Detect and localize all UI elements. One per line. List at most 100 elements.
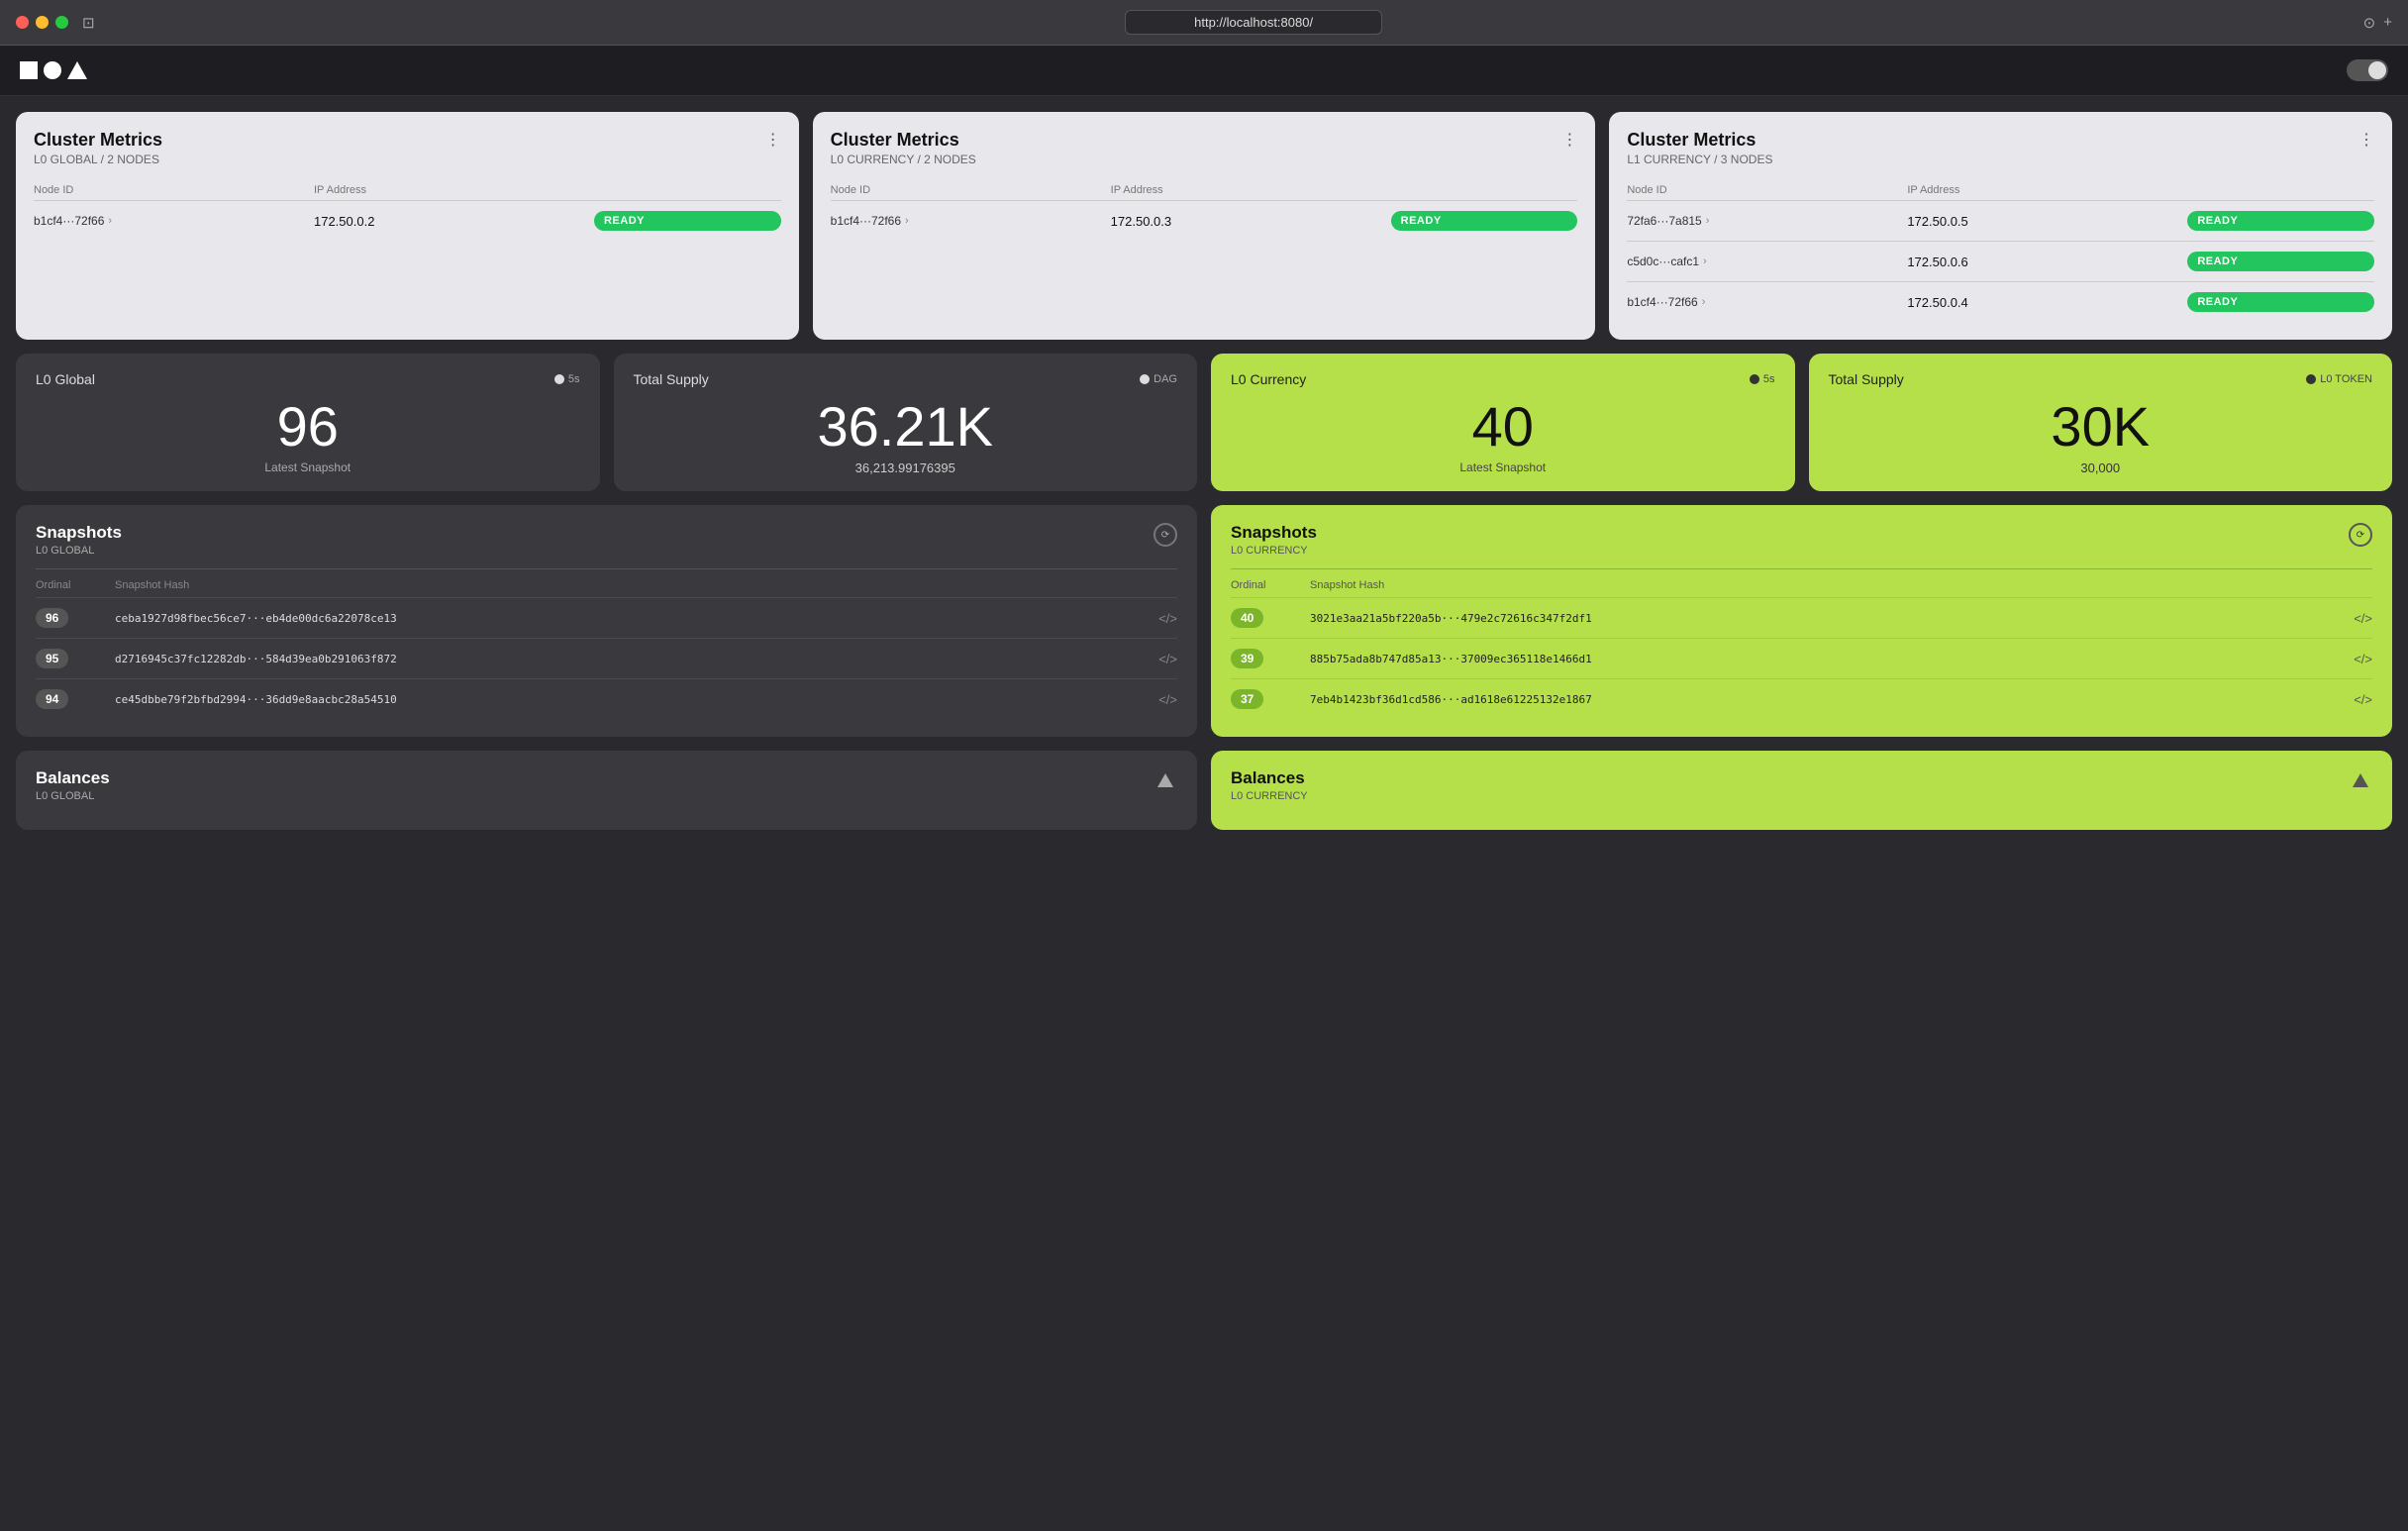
triangle-icon — [1157, 773, 1173, 787]
refresh-button[interactable] — [141, 21, 145, 25]
code-icon[interactable]: </> — [1148, 652, 1177, 666]
new-tab-icon[interactable]: + — [2383, 14, 2392, 32]
metric-value: 30K — [1829, 399, 2373, 455]
metric-badge: DAG — [1140, 373, 1177, 385]
col-ip-address: IP Address — [1111, 184, 1391, 196]
snapshot-hash: 3021e3aa21a5bf220a5b···479e2c72616c347f2… — [1310, 612, 2343, 625]
snapshot-subtitle: L0 CURRENCY — [1231, 545, 1317, 557]
snapshot-refresh-icon[interactable]: ⟳ — [2349, 523, 2372, 547]
status-badge: READY — [2187, 292, 2374, 312]
col-hash: Snapshot Hash — [115, 579, 1148, 591]
logo-square-icon — [20, 61, 38, 79]
status-badge: READY — [1391, 211, 1578, 231]
download-icon[interactable]: ⊙ — [2363, 14, 2376, 32]
browser-chrome: ⊡ ⊙ + — [0, 0, 2408, 46]
close-button[interactable] — [16, 16, 29, 29]
ip-address: 172.50.0.5 — [1907, 214, 2187, 229]
cluster-card-header: Cluster Metrics L1 CURRENCY / 3 NODES ⋮ — [1627, 130, 2374, 166]
balance-header: Balances L0 GLOBAL — [36, 768, 1177, 802]
snapshot-card-0: Snapshots L0 GLOBAL ⟳ Ordinal Snapshot H… — [16, 505, 1197, 737]
browser-actions: ⊙ + — [2363, 14, 2392, 32]
cluster-title: Cluster Metrics — [831, 130, 976, 151]
snapshot-card-1: Snapshots L0 CURRENCY ⟳ Ordinal Snapshot… — [1211, 505, 2392, 737]
app-header — [0, 46, 2408, 96]
snapshot-title: Snapshots — [36, 523, 122, 543]
app-logo — [20, 61, 87, 79]
chevron-right-icon: › — [1706, 215, 1710, 227]
cluster-subtitle: L0 GLOBAL / 2 NODES — [34, 153, 162, 166]
status-badge: READY — [594, 211, 781, 231]
snapshot-table-row: 37 7eb4b1423bf36d1cd586···ad1618e6122513… — [1231, 678, 2372, 719]
metric-value: 40 — [1231, 399, 1775, 455]
snapshot-table-row: 94 ce45dbbe79f2bfbd2994···36dd9e8aacbc28… — [36, 678, 1177, 719]
cluster-card-2: Cluster Metrics L1 CURRENCY / 3 NODES ⋮ … — [1609, 112, 2392, 340]
forward-button[interactable] — [129, 21, 133, 25]
balance-header: Balances L0 CURRENCY — [1231, 768, 2372, 802]
metrics-row: L0 Global 5s 96 Latest Snapshot Total Su… — [16, 354, 2392, 491]
minimize-button[interactable] — [36, 16, 49, 29]
more-button[interactable]: ⋮ — [765, 130, 781, 150]
chevron-right-icon: › — [108, 215, 112, 227]
balance-icon[interactable] — [1154, 768, 1177, 792]
code-icon[interactable]: </> — [2343, 692, 2372, 707]
cluster-title: Cluster Metrics — [1627, 130, 1772, 151]
toggle-knob — [2368, 61, 2386, 79]
ip-address: 172.50.0.6 — [1907, 255, 2187, 269]
cluster-subtitle: L0 CURRENCY / 2 NODES — [831, 153, 976, 166]
nav-controls — [117, 21, 145, 25]
code-icon[interactable]: </> — [1148, 692, 1177, 707]
fullscreen-button[interactable] — [55, 16, 68, 29]
metric-card-0: L0 Global 5s 96 Latest Snapshot — [16, 354, 600, 491]
snapshot-table-header: Ordinal Snapshot Hash — [1231, 568, 2372, 597]
metric-card-1: Total Supply DAG 36.21K 36,213.99176395 — [614, 354, 1198, 491]
cluster-table-row: b1cf4···72f66 › 172.50.0.2 READY — [34, 200, 781, 241]
metric-badge: 5s — [1750, 373, 1775, 385]
cluster-table-row: 72fa6···7a815 › 172.50.0.5 READY — [1627, 200, 2374, 241]
metric-label: L0 Global — [36, 371, 95, 387]
metric-dot-icon — [1140, 374, 1150, 384]
snapshot-hash: ce45dbbe79f2bfbd2994···36dd9e8aacbc28a54… — [115, 693, 1148, 706]
cluster-table-row: b1cf4···72f66 › 172.50.0.4 READY — [1627, 281, 2374, 322]
code-icon[interactable]: </> — [1148, 611, 1177, 626]
more-button[interactable]: ⋮ — [1561, 130, 1577, 150]
balance-title: Balances — [1231, 768, 1308, 788]
cluster-metrics-row: Cluster Metrics L0 GLOBAL / 2 NODES ⋮ No… — [16, 112, 2392, 340]
main-content: Cluster Metrics L0 GLOBAL / 2 NODES ⋮ No… — [0, 96, 2408, 846]
cluster-card-0: Cluster Metrics L0 GLOBAL / 2 NODES ⋮ No… — [16, 112, 799, 340]
snapshot-table-header: Ordinal Snapshot Hash — [36, 568, 1177, 597]
status-badge: READY — [2187, 252, 2374, 271]
back-button[interactable] — [117, 21, 121, 25]
code-icon[interactable]: </> — [2343, 611, 2372, 626]
more-button[interactable]: ⋮ — [2358, 130, 2374, 150]
node-id: c5d0c···cafc1 › — [1627, 255, 1907, 268]
ordinal-badge: 39 — [1231, 649, 1263, 668]
snapshot-hash: 885b75ada8b747d85a13···37009ec365118e146… — [1310, 653, 2343, 665]
logo-circle-icon — [44, 61, 61, 79]
chevron-right-icon: › — [1702, 296, 1706, 308]
balance-icon[interactable] — [2349, 768, 2372, 792]
address-bar — [156, 10, 2352, 35]
col-node-id: Node ID — [1627, 184, 1907, 196]
node-id: b1cf4···72f66 › — [1627, 295, 1907, 309]
col-ip-address: IP Address — [314, 184, 594, 196]
ordinal-badge: 95 — [36, 649, 68, 668]
ordinal-badge: 37 — [1231, 689, 1263, 709]
cluster-table-header: Node ID IP Address — [34, 176, 781, 200]
app-toggle[interactable] — [2347, 59, 2388, 81]
metric-card-3: Total Supply L0 TOKEN 30K 30,000 — [1809, 354, 2393, 491]
cluster-table-header: Node ID IP Address — [1627, 176, 2374, 200]
cluster-subtitle: L1 CURRENCY / 3 NODES — [1627, 153, 1772, 166]
traffic-lights — [16, 16, 68, 29]
cluster-card-header: Cluster Metrics L0 CURRENCY / 2 NODES ⋮ — [831, 130, 1578, 166]
snapshot-refresh-icon[interactable]: ⟳ — [1154, 523, 1177, 547]
balance-card-0: Balances L0 GLOBAL — [16, 751, 1197, 830]
cluster-card-1: Cluster Metrics L0 CURRENCY / 2 NODES ⋮ … — [813, 112, 1596, 340]
chevron-right-icon: › — [905, 215, 909, 227]
refresh-icon: ⟳ — [1161, 530, 1169, 541]
metric-label: Total Supply — [1829, 371, 1904, 387]
code-icon[interactable]: </> — [2343, 652, 2372, 666]
sidebar-toggle-button[interactable]: ⊡ — [80, 12, 97, 34]
url-input[interactable] — [1125, 10, 1382, 35]
snapshot-header: Snapshots L0 CURRENCY ⟳ — [1231, 523, 2372, 557]
metric-header: Total Supply DAG — [634, 371, 1178, 387]
